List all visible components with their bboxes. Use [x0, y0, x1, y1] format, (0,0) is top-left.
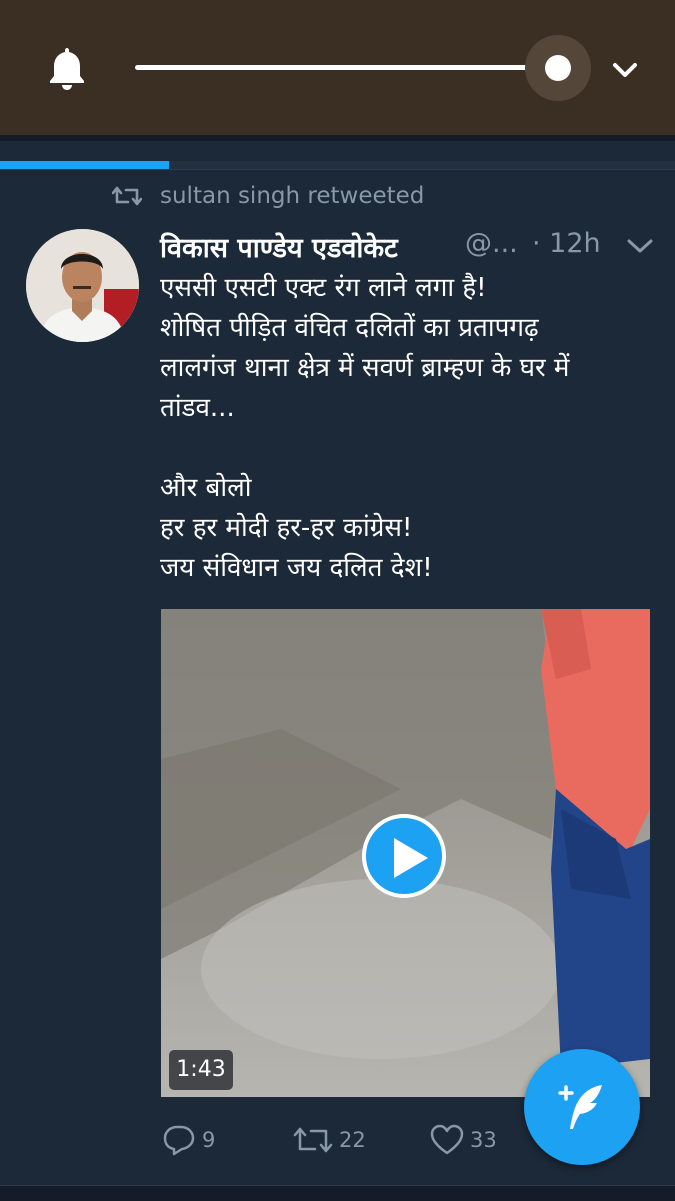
volume-slider-track[interactable] — [135, 65, 559, 70]
tweet-text[interactable]: एससी एसटी एक्ट रंग लाने लगा है! शोषित पी… — [160, 268, 650, 588]
heart-icon — [430, 1124, 464, 1155]
retweet-button[interactable]: 22 — [293, 1120, 366, 1160]
tweet-text-line: एससी एसटी एक्ट रंग लाने लगा है! — [160, 273, 487, 303]
chevron-down-icon[interactable] — [609, 54, 641, 86]
tweet-text-line: हर हर मोदी हर-हर कांग्रेस! — [160, 513, 413, 543]
play-icon — [394, 838, 428, 878]
tweet-timestamp: · 12h — [532, 228, 601, 259]
author-handle[interactable]: @... — [465, 228, 518, 259]
tweet-text-line: लालगंज थाना क्षेत्र में सवर्ण ब्राम्हण क… — [160, 353, 570, 383]
reply-count: 9 — [202, 1128, 216, 1152]
tweet-text-line: और बोलो — [160, 473, 252, 503]
tweet-text-line: शोषित पीड़ित वंचित दलितों का प्रतापगढ़ — [160, 313, 539, 343]
tweet-text-line: तांडव... — [160, 393, 235, 423]
divider — [0, 169, 675, 170]
loading-progress-bar — [0, 161, 169, 169]
retweet-icon — [112, 186, 142, 206]
bell-icon[interactable] — [45, 44, 89, 92]
like-count: 33 — [470, 1128, 497, 1152]
retweet-banner-label: sultan singh retweeted — [160, 183, 425, 209]
tweet-text-line: जय संविधान जय दलित देश! — [160, 553, 433, 583]
retweet-banner[interactable]: sultan singh retweeted — [112, 180, 424, 212]
tweet-header: विकास पाण्डेय एडवोकेट @... · 12h — [160, 226, 660, 266]
compose-tweet-button[interactable] — [524, 1049, 640, 1165]
tweet-actions: 9 22 33 — [160, 1120, 560, 1160]
video-duration: 1:43 — [169, 1050, 233, 1090]
play-button[interactable] — [362, 814, 446, 898]
chevron-down-icon[interactable] — [625, 234, 655, 258]
retweet-count: 22 — [339, 1128, 366, 1152]
author-name[interactable]: विकास पाण्डेय एडवोकेट — [160, 228, 398, 265]
reply-icon — [163, 1125, 195, 1156]
volume-slider-thumb[interactable] — [545, 55, 571, 81]
divider — [0, 135, 675, 141]
avatar[interactable] — [26, 229, 139, 342]
reply-button[interactable]: 9 — [162, 1120, 215, 1160]
like-button[interactable]: 33 — [430, 1120, 497, 1160]
bottom-edge — [0, 1185, 675, 1201]
tweet-text-line — [160, 428, 650, 468]
compose-feather-icon — [558, 1085, 602, 1129]
retweet-icon — [293, 1127, 333, 1153]
